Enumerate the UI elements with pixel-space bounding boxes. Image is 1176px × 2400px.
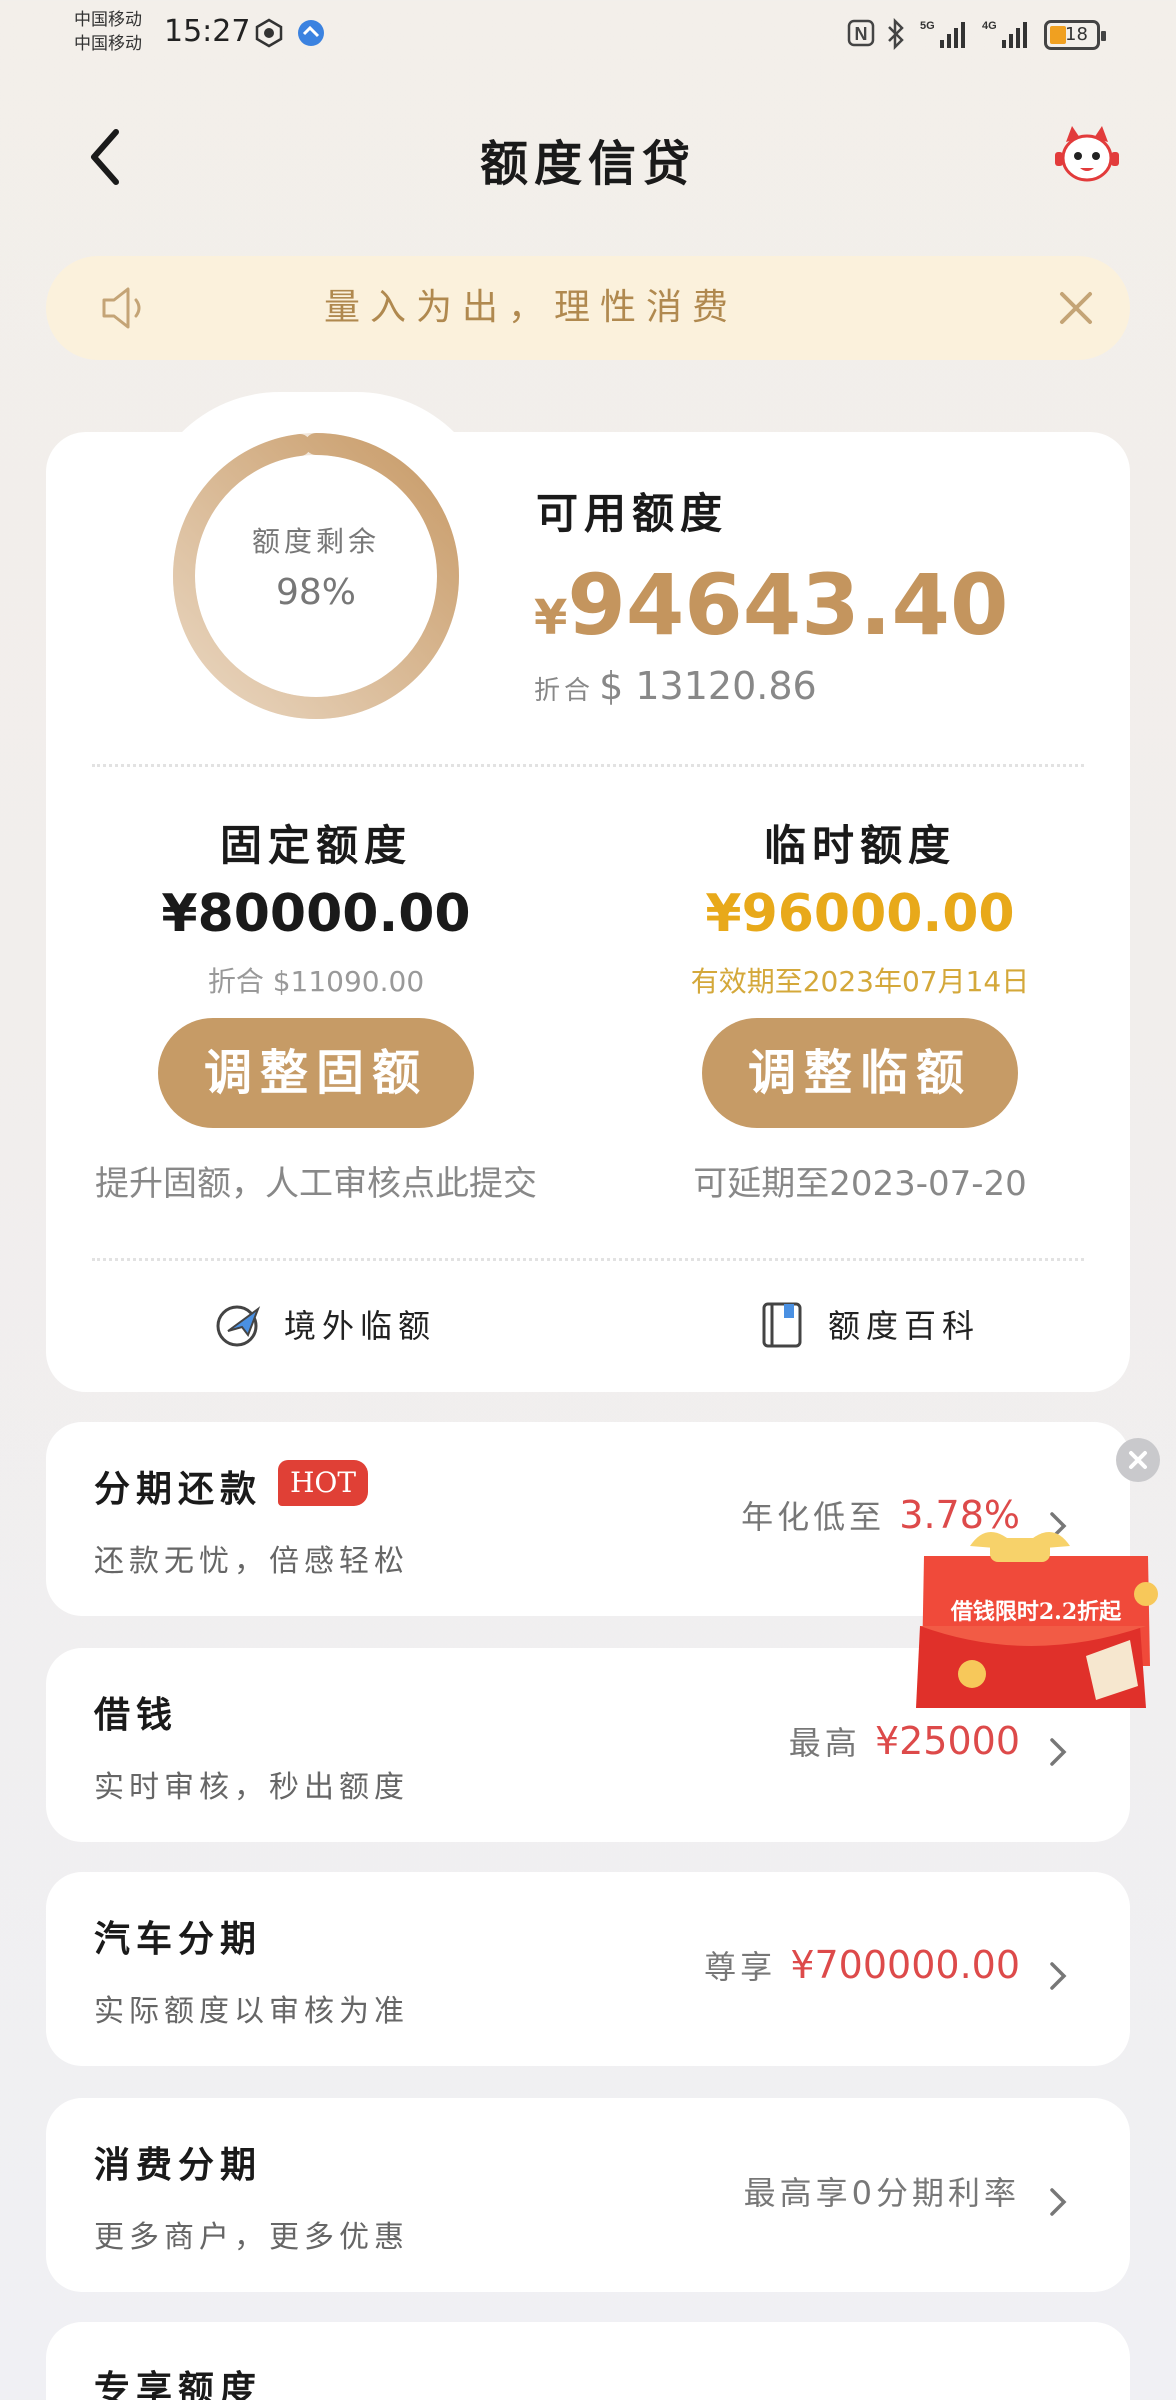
currency-symbol: ¥ [534,590,568,646]
notice-bar: 量入为出，理性消费 [46,256,1130,360]
divider [92,764,1084,767]
plane-globe-icon [216,1305,261,1347]
card-right-info: 尊享 ¥700000.00 [704,1942,1020,1988]
gesture-icon [254,18,284,54]
card-title: 专享额度 [94,2369,263,2400]
card-title: 分期还款 [94,1469,263,1510]
chevron-right-icon [1050,1962,1067,1990]
credit-wiki-label: 额度百科 [828,1307,981,1345]
mascot-assistant-icon[interactable] [1052,124,1122,188]
fixed-credit-title: 固定额度 [219,821,412,870]
carrier-2: 中国移动 [74,34,142,54]
svg-text:N: N [855,24,868,44]
card-title: 借钱 [94,1695,179,1736]
temp-credit-amount: ¥96000.00 [705,884,1015,944]
signal-5g-icon: 5G [918,18,974,56]
card-title: 消费分期 [94,2145,263,2186]
temp-credit-hint: 可延期至2023-07-20 [693,1164,1027,1204]
page-title: 额度信贷 [479,136,696,192]
credit-wiki-link[interactable]: 额度百科 [758,1294,980,1354]
status-bar: 中国移动 中国移动 15:27 N 5G 4G 18 [0,0,1176,70]
max-value: ¥25000 [874,1719,1020,1763]
loan-promo-envelope[interactable]: 借钱限时2.2折起 [900,1516,1176,1716]
consumer-installment-card[interactable]: 消费分期 更多商户，更多优惠 最高享0分期利率 [46,2098,1130,2292]
svg-text:4G: 4G [982,20,997,32]
available-credit-amount: ¥94643.40 [534,556,1008,654]
divider [92,1258,1084,1261]
card-subtitle: 还款无忧，倍感轻松 [94,1544,409,1579]
close-icon [1129,1451,1147,1469]
carrier-info: 中国移动 中国移动 [74,8,142,56]
interest-info: 最高享0分期利率 [743,2174,1020,2212]
card-right-info: 最高享0分期利率 [744,2168,1020,2214]
battery-level: 18 [1065,24,1088,45]
available-amount-value: 94643.40 [567,556,1009,654]
card-subtitle: 更多商户，更多优惠 [94,2220,409,2255]
card-title: 汽车分期 [94,1919,263,1960]
available-credit-label: 可用额度 [536,489,729,538]
temp-credit-title: 临时额度 [763,821,956,870]
overseas-temp-credit-link[interactable]: 境外临额 [214,1294,436,1354]
fixed-credit-amount: ¥80000.00 [161,884,471,944]
chevron-right-icon [1050,2188,1067,2216]
adjust-fixed-button[interactable]: 调整固额 [158,1018,474,1128]
nfc-icon: N [846,18,876,54]
notice-text: 量入为出，理性消费 [324,287,739,328]
book-icon [762,1302,802,1348]
ring-value: 98% [275,572,356,613]
carrier-1: 中国移动 [74,10,142,30]
card-subtitle: 实时审核，秒出额度 [94,1770,409,1805]
overseas-temp-credit-label: 境外临额 [284,1307,437,1345]
status-time: 15:27 [164,14,251,49]
app-notification-icon [296,18,326,54]
fixed-credit-usd: 折合 $11090.00 [207,965,425,998]
card-right-info: 最高 ¥25000 [789,1718,1020,1764]
notice-close-button[interactable] [1052,284,1100,332]
rate-prefix: 年化低至 [741,1498,900,1536]
chevron-right-icon [1050,1738,1067,1766]
enjoy-value: ¥700000.00 [790,1943,1020,1987]
battery-icon: 18 [1044,20,1106,50]
signal-4g-icon: 4G [980,18,1036,56]
car-installment-card[interactable]: 汽车分期 实际额度以审核为准 尊享 ¥700000.00 [46,1872,1130,2066]
svg-text:5G: 5G [920,20,935,32]
bluetooth-icon [884,17,908,56]
ring-label: 额度剩余 [251,525,380,558]
hot-badge: HOT [278,1460,368,1506]
max-prefix: 最高 [788,1724,875,1762]
exclusive-credit-card[interactable]: 专享额度 [46,2322,1130,2400]
usd-amount: $ 13120.86 [599,664,817,708]
temp-credit-validity: 有效期至2023年07月14日 [690,965,1030,998]
speaker-icon [98,284,148,332]
adjust-temp-button[interactable]: 调整临额 [702,1018,1018,1128]
fixed-credit-hint[interactable]: 提升固额，人工审核点此提交 [36,1156,596,1205]
close-icon [1060,292,1092,324]
available-usd: 折合 $ 13120.86 [534,664,817,708]
promo-close-button[interactable] [1116,1438,1160,1482]
card-subtitle: 实际额度以审核为准 [94,1994,409,2029]
promo-text: 借钱限时2.2折起 [950,1599,1122,1625]
usd-prefix: 折合 [534,676,595,706]
enjoy-prefix: 尊享 [704,1948,791,1986]
